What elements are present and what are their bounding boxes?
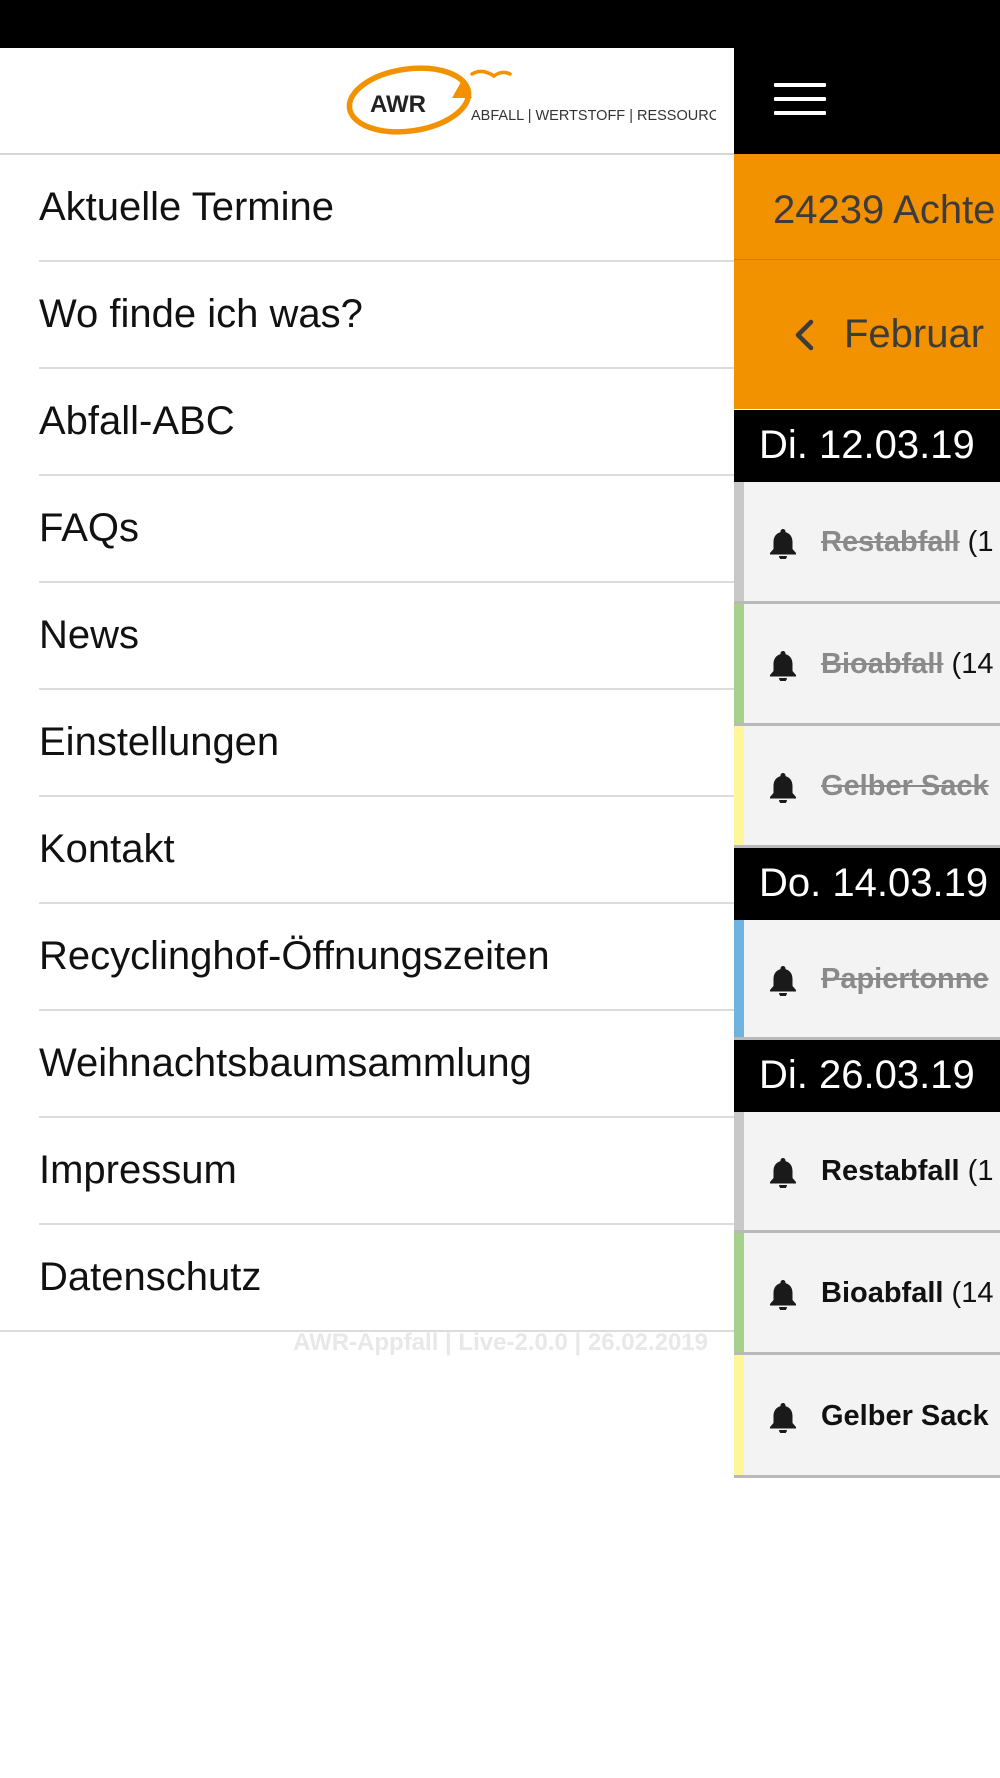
pickup-entry[interactable]: Restabfall (1	[734, 482, 1000, 604]
waste-detail: (14	[951, 648, 994, 680]
menu-item-abfall-abc[interactable]: Abfall-ABC	[0, 369, 734, 476]
menu-item-label: Kontakt	[39, 827, 175, 871]
menu-item-label: Einstellungen	[39, 720, 280, 764]
menu-item-wo-finde-ich-was[interactable]: Wo finde ich was?	[0, 262, 734, 369]
waste-type: Bioabfall	[821, 1277, 944, 1309]
date-header: Di. 12.03.19	[734, 410, 1000, 482]
waste-color-stripe	[734, 920, 744, 1037]
bell-icon[interactable]	[768, 1278, 798, 1310]
bell-icon[interactable]	[768, 1401, 798, 1433]
waste-color-stripe	[734, 1233, 744, 1352]
pickup-entry[interactable]: Gelber Sack	[734, 1355, 1000, 1478]
app-header	[734, 48, 1000, 154]
menu-item-weihnachtsbaumsammlung[interactable]: Weihnachtsbaumsammlung	[0, 1011, 734, 1118]
menu-item-faqs[interactable]: FAQs	[0, 476, 734, 583]
menu-item-label: Aktuelle Termine	[39, 185, 334, 229]
pickup-entry[interactable]: Restabfall (1	[734, 1112, 1000, 1233]
date-header: Do. 14.03.19	[734, 848, 1000, 920]
drawer-menu: Aktuelle Termine Wo finde ich was? Abfal…	[0, 155, 734, 1332]
month-label: Februar	[844, 312, 985, 356]
date-label: Di. 26.03.19	[759, 1053, 975, 1097]
waste-color-stripe	[734, 1355, 744, 1475]
location-bar[interactable]: 24239 Achte	[734, 154, 1000, 260]
menu-item-recyclinghof[interactable]: Recyclinghof-Öffnungszeiten	[0, 904, 734, 1011]
waste-type: Restabfall	[821, 1155, 960, 1187]
pickup-entry[interactable]: Papiertonne	[734, 920, 1000, 1040]
menu-item-label: Recyclinghof-Öffnungszeiten	[39, 934, 550, 978]
bell-icon[interactable]	[768, 527, 798, 559]
waste-type: Bioabfall	[821, 648, 944, 680]
location-label: 24239 Achte	[773, 188, 996, 232]
menu-item-label: FAQs	[39, 506, 140, 550]
menu-item-aktuelle-termine[interactable]: Aktuelle Termine	[0, 155, 734, 262]
waste-type: Restabfall	[821, 526, 960, 558]
bell-icon[interactable]	[768, 649, 798, 681]
bell-icon[interactable]	[768, 1156, 798, 1188]
logo-text: AWR	[370, 91, 426, 118]
waste-color-stripe	[734, 604, 744, 723]
version-text: AWR-Appfall | Live-2.0.0 | 26.02.2019	[293, 1329, 708, 1356]
navigation-drawer: AWR ABFALL | WERTSTOFF | RESSOURCE Aktue…	[0, 48, 734, 1778]
menu-item-datenschutz[interactable]: Datenschutz	[0, 1225, 734, 1332]
waste-color-stripe	[734, 482, 744, 601]
waste-color-stripe	[734, 1112, 744, 1230]
menu-item-label: News	[39, 613, 140, 657]
menu-item-label: Datenschutz	[39, 1255, 262, 1299]
menu-item-label: Wo finde ich was?	[39, 292, 363, 336]
hamburger-menu-icon[interactable]	[774, 83, 826, 119]
waste-detail: (1	[967, 1155, 994, 1187]
waste-type: Gelber Sack	[821, 1400, 989, 1432]
chevron-left-icon[interactable]	[789, 318, 823, 352]
menu-item-kontakt[interactable]: Kontakt	[0, 797, 734, 904]
waste-type: Gelber Sack	[821, 770, 989, 802]
bell-icon[interactable]	[768, 771, 798, 803]
status-bar	[0, 0, 1000, 48]
waste-detail: (14	[951, 1277, 994, 1309]
logo-tagline: ABFALL | WERTSTOFF | RESSOURCE	[471, 108, 716, 124]
menu-item-label: Abfall-ABC	[39, 399, 235, 443]
bell-icon[interactable]	[768, 964, 798, 996]
menu-item-impressum[interactable]: Impressum	[0, 1118, 734, 1225]
waste-type: Papiertonne	[821, 963, 989, 995]
menu-item-news[interactable]: News	[0, 583, 734, 690]
menu-item-label: Weihnachtsbaumsammlung	[39, 1041, 532, 1085]
menu-item-einstellungen[interactable]: Einstellungen	[0, 690, 734, 797]
date-header: Di. 26.03.19	[734, 1040, 1000, 1112]
date-label: Di. 12.03.19	[759, 423, 975, 467]
pickup-entry[interactable]: Bioabfall (14	[734, 1233, 1000, 1355]
pickup-entry[interactable]: Bioabfall (14	[734, 604, 1000, 726]
pickup-entry[interactable]: Gelber Sack	[734, 726, 1000, 848]
date-label: Do. 14.03.19	[759, 861, 989, 905]
calendar-screen: 24239 Achte Februar Di. 12.03.19 Restabf…	[734, 48, 1000, 1778]
waste-detail: (1	[967, 526, 994, 558]
awr-logo: AWR ABFALL | WERTSTOFF | RESSOURCE	[346, 65, 716, 135]
month-selector[interactable]: Februar	[734, 260, 1000, 409]
waste-color-stripe	[734, 726, 744, 845]
drawer-header: AWR ABFALL | WERTSTOFF | RESSOURCE	[0, 48, 734, 155]
menu-item-label: Impressum	[39, 1148, 237, 1192]
